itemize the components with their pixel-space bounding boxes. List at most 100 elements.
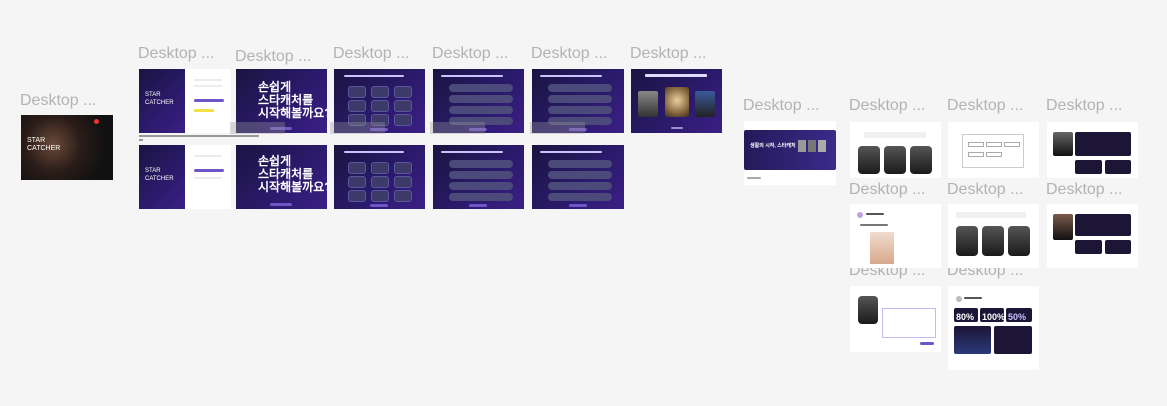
- brand-text: STAR CATCHER: [27, 137, 61, 152]
- celeb-card[interactable]: [956, 226, 978, 256]
- option-row[interactable]: [548, 193, 612, 201]
- interest-tile[interactable]: [348, 162, 366, 174]
- interest-tile[interactable]: [371, 190, 389, 202]
- option-row[interactable]: [548, 171, 612, 179]
- tag-chip[interactable]: [1004, 142, 1020, 147]
- interest-tile[interactable]: [348, 100, 366, 112]
- login-field[interactable]: [194, 85, 222, 87]
- frame-label-6[interactable]: Desktop ...: [531, 45, 607, 63]
- interest-tile[interactable]: [394, 100, 412, 112]
- frame-label-8[interactable]: Desktop ...: [743, 97, 819, 115]
- option-row[interactable]: [548, 95, 612, 103]
- icon-row[interactable]: [864, 132, 926, 138]
- frame-dashboard-b[interactable]: [1047, 204, 1138, 268]
- result-photo[interactable]: [695, 91, 715, 117]
- option-row[interactable]: [449, 182, 513, 190]
- figma-canvas[interactable]: { "frame_label": "Desktop ...", "star_ca…: [0, 0, 1167, 406]
- frame-home-banner[interactable]: 생활의 시작, 스타캐처: [744, 121, 836, 185]
- option-row[interactable]: [449, 84, 513, 92]
- frame-write-post[interactable]: [850, 286, 941, 352]
- interest-tile[interactable]: [348, 176, 366, 188]
- frame-options-a-bottom[interactable]: [433, 145, 524, 209]
- login-button[interactable]: [194, 99, 224, 102]
- interest-tile[interactable]: [394, 162, 412, 174]
- frame-label-3[interactable]: Desktop ...: [235, 48, 311, 66]
- frame-splash-photo[interactable]: STAR CATCHER: [21, 115, 113, 180]
- option-row[interactable]: [449, 160, 513, 168]
- frame-label-7[interactable]: Desktop ...: [630, 45, 706, 63]
- login-button[interactable]: [194, 169, 224, 172]
- login-field[interactable]: [194, 155, 222, 157]
- frame-label-4[interactable]: Desktop ...: [333, 45, 409, 63]
- icon-row[interactable]: [956, 212, 1026, 218]
- welcome-line-3: 시작해볼까요?: [258, 106, 327, 120]
- tag-box[interactable]: [962, 134, 1024, 168]
- frame-label-13[interactable]: Desktop ...: [947, 181, 1023, 199]
- option-row[interactable]: [548, 84, 612, 92]
- frame-label-14[interactable]: Desktop ...: [1046, 181, 1122, 199]
- frame-result-photos[interactable]: [631, 69, 722, 133]
- option-row[interactable]: [548, 182, 612, 190]
- frame-label-11[interactable]: Desktop ...: [1046, 97, 1122, 115]
- interest-tile[interactable]: [371, 176, 389, 188]
- interest-tile[interactable]: [394, 86, 412, 98]
- interest-tile[interactable]: [371, 100, 389, 112]
- option-row[interactable]: [548, 160, 612, 168]
- option-row[interactable]: [548, 106, 612, 114]
- kakao-login-button[interactable]: [194, 109, 214, 112]
- next-button[interactable]: [569, 204, 587, 207]
- post-textarea[interactable]: [882, 308, 936, 338]
- option-row[interactable]: [449, 171, 513, 179]
- option-row[interactable]: [449, 106, 513, 114]
- tag-chip[interactable]: [986, 152, 1002, 157]
- login-field[interactable]: [194, 79, 222, 81]
- tag-chip[interactable]: [986, 142, 1002, 147]
- frame-login-bottom[interactable]: STAR CATCHER: [139, 145, 231, 209]
- next-button[interactable]: [469, 204, 487, 207]
- tag-chip[interactable]: [968, 142, 984, 147]
- frame-label-10[interactable]: Desktop ...: [947, 97, 1023, 115]
- result-photo[interactable]: [638, 91, 658, 117]
- frame-post-detail[interactable]: [850, 204, 941, 268]
- frame-label-9[interactable]: Desktop ...: [849, 97, 925, 115]
- celeb-card[interactable]: [1008, 226, 1030, 256]
- frame-dashboard-a[interactable]: [1047, 122, 1138, 178]
- pager[interactable]: [671, 127, 683, 129]
- frame-interests-bottom[interactable]: [334, 145, 425, 209]
- post-image[interactable]: [870, 232, 894, 264]
- submit-button[interactable]: [920, 342, 934, 345]
- celeb-card[interactable]: [858, 296, 878, 324]
- frame-label-1[interactable]: Desktop ...: [20, 92, 96, 110]
- frame-celeb-grid[interactable]: [850, 122, 941, 178]
- frame-celeb-grid-2[interactable]: [948, 204, 1039, 268]
- interest-tile[interactable]: [394, 176, 412, 188]
- frame-label-2[interactable]: Desktop ...: [138, 45, 214, 63]
- frame-label-12[interactable]: Desktop ...: [849, 181, 925, 199]
- celeb-card[interactable]: [982, 226, 1004, 256]
- frame-welcome-bottom[interactable]: 손쉽게 스타캐처를 시작해볼까요?: [236, 145, 327, 209]
- next-button[interactable]: [370, 204, 388, 207]
- frame-stats-dashboard[interactable]: 80% 100% 50%: [948, 286, 1039, 370]
- tag-chip[interactable]: [968, 152, 984, 157]
- frame-options-b-bottom[interactable]: [532, 145, 624, 209]
- chart-card: [994, 326, 1032, 354]
- interest-tile[interactable]: [394, 190, 412, 202]
- option-row[interactable]: [449, 193, 513, 201]
- stat-card: 50%: [1006, 308, 1032, 322]
- start-button[interactable]: [270, 203, 292, 206]
- celeb-card[interactable]: [858, 146, 880, 174]
- question-text: [441, 75, 503, 77]
- interest-tile[interactable]: [371, 162, 389, 174]
- login-field[interactable]: [194, 177, 222, 179]
- celeb-card[interactable]: [910, 146, 932, 174]
- option-row[interactable]: [449, 95, 513, 103]
- frame-label-5[interactable]: Desktop ...: [432, 45, 508, 63]
- frame-login-top[interactable]: STAR CATCHER: [139, 69, 231, 133]
- interest-tile[interactable]: [348, 190, 366, 202]
- frame-tag-form[interactable]: [948, 122, 1039, 178]
- interest-tile[interactable]: [371, 86, 389, 98]
- result-photo[interactable]: [665, 87, 689, 117]
- question-text: [344, 151, 404, 153]
- interest-tile[interactable]: [348, 86, 366, 98]
- celeb-card[interactable]: [884, 146, 906, 174]
